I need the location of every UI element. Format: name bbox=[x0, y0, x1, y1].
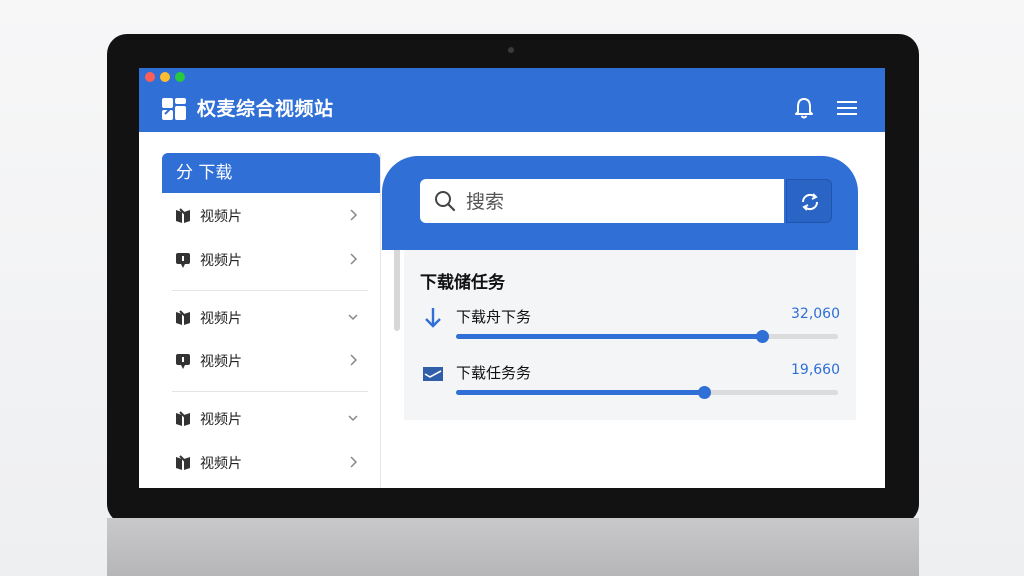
progress-fill bbox=[456, 334, 762, 339]
maximize-window-button[interactable] bbox=[175, 72, 185, 82]
tasks-title: 下载储任务 bbox=[420, 273, 505, 293]
monitor-chin bbox=[107, 518, 919, 576]
task-label: 下载舟下务 bbox=[456, 308, 532, 326]
sidebar-item[interactable]: 视频片 bbox=[162, 240, 372, 280]
download-arrow-icon bbox=[425, 308, 441, 328]
sidebar-item[interactable]: 视频片 bbox=[162, 399, 372, 439]
search-box bbox=[420, 179, 784, 225]
app-logo-icon bbox=[162, 98, 186, 120]
sidebar-item-label: 视频片 bbox=[200, 354, 242, 370]
progress-fill bbox=[456, 390, 705, 395]
bell-icon[interactable] bbox=[793, 96, 815, 120]
refresh-icon bbox=[801, 193, 819, 211]
envelope-icon bbox=[423, 367, 443, 381]
screen: 权麦综合视频站 分 下载 视频片 视频片 视频片 视频片 视频片 视频片 搜索 … bbox=[139, 68, 885, 488]
minimize-window-button[interactable] bbox=[160, 72, 170, 82]
task-row[interactable]: 下载任务务 19,660 bbox=[404, 362, 856, 412]
task-row[interactable]: 下载舟下务 32,060 bbox=[404, 306, 856, 356]
sidebar-item[interactable]: 视频片 bbox=[162, 443, 372, 483]
divider bbox=[172, 391, 368, 392]
sidebar-item[interactable]: 视频片 bbox=[162, 341, 372, 381]
chat-icon bbox=[176, 354, 190, 369]
task-value: 19,660 bbox=[791, 362, 840, 378]
sidebar-item[interactable]: 视频片 bbox=[162, 298, 372, 338]
progress-track bbox=[456, 386, 838, 399]
chevron-down-icon bbox=[348, 415, 358, 422]
book-icon bbox=[176, 310, 190, 325]
sidebar-header[interactable]: 分 下载 bbox=[162, 153, 380, 193]
hamburger-menu-icon[interactable] bbox=[837, 100, 857, 116]
search-input[interactable] bbox=[464, 179, 768, 225]
progress-track bbox=[456, 330, 838, 343]
window-controls bbox=[145, 72, 185, 82]
sidebar: 分 下载 视频片 视频片 视频片 视频片 视频片 视频片 bbox=[162, 153, 400, 488]
divider bbox=[172, 290, 368, 291]
task-label: 下载任务务 bbox=[456, 364, 532, 382]
sidebar-item-label: 视频片 bbox=[200, 209, 242, 225]
refresh-button[interactable] bbox=[786, 179, 832, 223]
sidebar-item[interactable]: 视频片 bbox=[162, 196, 372, 236]
app-header: 权麦综合视频站 bbox=[139, 68, 885, 132]
book-icon bbox=[176, 208, 190, 223]
book-icon bbox=[176, 455, 190, 470]
sidebar-item-label: 视频片 bbox=[200, 311, 242, 327]
sidebar-item-label: 视频片 bbox=[200, 456, 242, 472]
close-window-button[interactable] bbox=[145, 72, 155, 82]
download-tasks-card: 下载储任务 下载舟下务 32,060 下载任务务 19,660 bbox=[404, 250, 856, 420]
chevron-right-icon bbox=[350, 209, 358, 221]
chat-icon bbox=[176, 253, 190, 268]
task-value: 32,060 bbox=[791, 306, 840, 322]
chevron-right-icon bbox=[350, 456, 358, 468]
app-title: 权麦综合视频站 bbox=[197, 98, 334, 120]
sidebar-item-label: 视频片 bbox=[200, 253, 242, 269]
chevron-right-icon bbox=[350, 354, 358, 366]
search-panel bbox=[382, 156, 858, 250]
chevron-right-icon bbox=[350, 253, 358, 265]
progress-knob[interactable] bbox=[755, 330, 769, 343]
chevron-down-icon bbox=[348, 314, 358, 321]
book-icon bbox=[176, 411, 190, 426]
progress-knob[interactable] bbox=[698, 386, 712, 399]
sidebar-item-label: 视频片 bbox=[200, 412, 242, 428]
search-icon bbox=[435, 191, 456, 212]
webcam bbox=[508, 47, 514, 53]
